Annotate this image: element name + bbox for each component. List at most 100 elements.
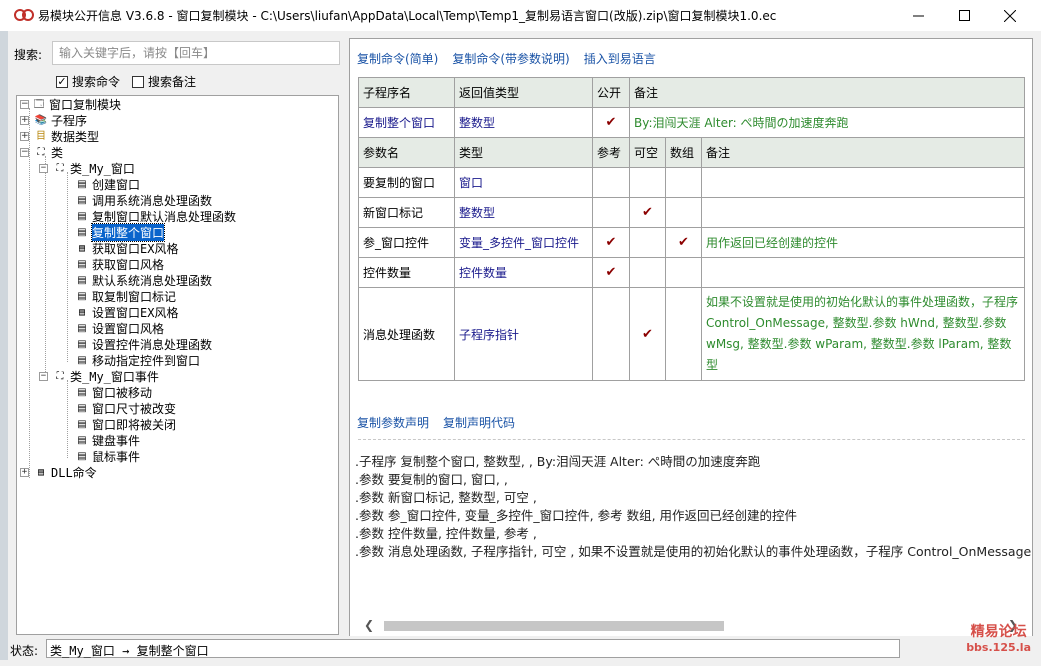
param-ref-cell: [592, 287, 630, 381]
method-icon: ▤: [77, 418, 87, 430]
code-line: .参数 新窗口标记, 整数型, 可空 ,: [355, 490, 537, 505]
param-type-cell: 子程序指针: [454, 287, 593, 381]
param-type-cell: 整数型: [454, 197, 593, 228]
copy-simple-link[interactable]: 复制命令(简单): [357, 50, 438, 67]
tree-connector: [67, 380, 68, 458]
method-icon: ▤: [77, 402, 87, 414]
checkbox-label: 搜索命令: [72, 75, 121, 89]
status-label: 状态:: [10, 644, 39, 658]
dll-icon: ▤: [37, 466, 45, 478]
collapse-icon: −: [39, 370, 48, 381]
detail-panel: 复制命令(简单) 复制命令(带参数说明) 插入到易语言 子程序名 返回值类型 公…: [349, 38, 1033, 636]
tree-node-label: 数据类型: [51, 129, 100, 144]
table-header-row: 子程序名 返回值类型 公开 备注: [358, 77, 1025, 108]
module-tree[interactable]: − 🗔 窗口复制模块 + 📚 子程序 + 目 数据类型 − ⛶ 类 − ⛶ 类_…: [16, 95, 339, 635]
tree-method-item[interactable]: ▤ 调用系统消息处理函数: [75, 192, 212, 208]
tree-node-label: 鼠标事件: [92, 449, 141, 464]
tree-method-item[interactable]: ▤ 默认系统消息处理函数: [75, 272, 212, 288]
close-button[interactable]: [987, 0, 1033, 31]
tree-node-class-events[interactable]: − ⛶ 类_My_窗口事件: [39, 368, 159, 384]
tree-method-item[interactable]: ▤ 设置控件消息处理函数: [75, 336, 212, 352]
param-note-cell: 如果不设置就是使用的初始化默认的事件处理函数，子程序 Control_OnMes…: [701, 287, 1025, 381]
tree-node-label: 类: [51, 145, 64, 160]
tree-node-subprogram[interactable]: + 📚 子程序: [20, 112, 87, 128]
copy-decl-code-link[interactable]: 复制声明代码: [443, 414, 515, 431]
tree-node-label: 调用系统消息处理函数: [92, 193, 213, 208]
tree-node-class-window[interactable]: − ⛶ 类_My_窗口: [39, 160, 135, 176]
param-nullable-cell: [629, 257, 666, 288]
param-ref-cell: [592, 197, 630, 228]
collapse-icon: −: [20, 146, 29, 157]
search-commands-checkbox[interactable]: ✓ 搜索命令: [56, 73, 120, 90]
tree-event-item[interactable]: ▤ 键盘事件: [75, 432, 140, 448]
table-header-cell: 参考: [592, 137, 630, 168]
expand-icon: +: [20, 114, 29, 125]
insert-to-eyuyan-link[interactable]: 插入到易语言: [584, 50, 656, 67]
tree-node-label: 复制窗口默认消息处理函数: [92, 209, 237, 224]
tree-method-item[interactable]: ▤ 创建窗口: [75, 176, 140, 192]
code-line: .参数 控件数量, 控件数量, 参考 ,: [355, 526, 537, 541]
table-header-cell: 数组: [665, 137, 702, 168]
copy-with-params-link[interactable]: 复制命令(带参数说明): [452, 50, 569, 67]
expand-icon: +: [20, 130, 29, 141]
tree-method-item[interactable]: ▤ 移动指定控件到窗口: [75, 352, 200, 368]
tree-event-item[interactable]: ▤ 窗口被移动: [75, 384, 152, 400]
param-type-cell: 变量_多控件_窗口控件: [454, 227, 593, 258]
checkbox-label: 搜索备注: [148, 75, 197, 89]
tree-node-dll[interactable]: + ▤ DLL命令: [20, 464, 97, 480]
table-header-cell: 类型: [454, 137, 593, 168]
stack-icon: 📚: [34, 114, 48, 126]
param-name-cell: 新窗口标记: [358, 197, 455, 228]
declaration-code[interactable]: .子程序 复制整个窗口, 整数型, , By:泪闯天涯 Alter: ぺ時間の加…: [355, 453, 1033, 561]
minimize-button[interactable]: [895, 0, 941, 31]
search-input[interactable]: [52, 41, 340, 65]
forum-watermark: 精易论坛 bbs.125.la: [966, 624, 1031, 656]
tree-node-label: 创建窗口: [92, 177, 141, 192]
search-notes-checkbox[interactable]: 搜索备注: [132, 73, 196, 90]
tree-event-item[interactable]: ▤ 鼠标事件: [75, 448, 140, 464]
tree-event-item[interactable]: ▤ 窗口即将被关闭: [75, 416, 176, 432]
table-header-cell: 备注: [629, 77, 1025, 108]
module-icon: 🗔: [33, 98, 45, 110]
tree-event-item[interactable]: ▤ 窗口尺寸被改变: [75, 400, 176, 416]
horizontal-scrollbar[interactable]: ❮ ❯: [350, 616, 1032, 636]
search-label: 搜索:: [14, 48, 43, 62]
class-icon: ⛶: [56, 370, 64, 382]
table-header-cell: 返回值类型: [454, 77, 593, 108]
tree-method-item[interactable]: ▤ 获取窗口风格: [75, 256, 164, 272]
window-title: 易模块公开信息 V3.6.8 - 窗口复制模块 - C:\Users\liufa…: [38, 9, 777, 23]
tree-node-label: 默认系统消息处理函数: [92, 273, 213, 288]
tree-method-item[interactable]: ▤ 设置窗口风格: [75, 320, 164, 336]
scroll-left-icon[interactable]: ❮: [364, 618, 374, 632]
param-ref-cell: [592, 167, 630, 198]
tree-method-item-selected[interactable]: ▤ 复制整个窗口: [75, 222, 166, 242]
left-panel: 搜索: ✓ 搜索命令 搜索备注 − 🗔 窗口复制模块 + 📚: [8, 38, 341, 635]
param-type-cell: 控件数量: [454, 257, 593, 288]
param-array-cell: [665, 197, 702, 228]
table-header-row: 参数名 类型 参考 可空 数组 备注: [358, 137, 1025, 168]
tree-method-item[interactable]: ▤ 复制窗口默认消息处理函数: [75, 208, 236, 224]
method-icon: ▤: [77, 322, 87, 334]
scrollbar-thumb[interactable]: [384, 621, 724, 631]
param-nullable-cell: [629, 227, 666, 258]
tree-method-item[interactable]: ▤ 设置窗口EX风格: [75, 304, 178, 320]
app-logo-icon: [14, 9, 34, 21]
method-icon: ▤: [77, 258, 87, 270]
code-line: .参数 消息处理函数, 子程序指针, 可空 , 如果不设置就是使用的初始化默认的…: [355, 544, 1032, 559]
tree-node-root[interactable]: − 🗔 窗口复制模块: [20, 96, 121, 112]
minimize-icon: [912, 15, 924, 17]
sub-name-cell: 复制整个窗口: [358, 107, 455, 138]
tree-method-item[interactable]: ▤ 获取窗口EX风格: [75, 240, 178, 256]
table-header-cell: 参数名: [358, 137, 455, 168]
tree-node-datatype[interactable]: + 目 数据类型: [20, 128, 99, 144]
expand-icon: +: [20, 466, 29, 477]
tree-node-class[interactable]: − ⛶ 类: [20, 144, 63, 160]
copy-param-decl-link[interactable]: 复制参数声明: [357, 414, 429, 431]
method-icon: ▤: [78, 306, 86, 318]
code-line: .参数 参_窗口控件, 变量_多控件_窗口控件, 参考 数组, 用作返回已经创建…: [355, 508, 798, 523]
maximize-button[interactable]: [941, 0, 987, 31]
watermark-url: bbs.125.la: [966, 641, 1031, 654]
table-row: 消息处理函数 子程序指针 ✔ 如果不设置就是使用的初始化默认的事件处理函数，子程…: [358, 287, 1025, 381]
tree-connector: [45, 156, 46, 376]
tree-method-item[interactable]: ▤ 取复制窗口标记: [75, 288, 176, 304]
